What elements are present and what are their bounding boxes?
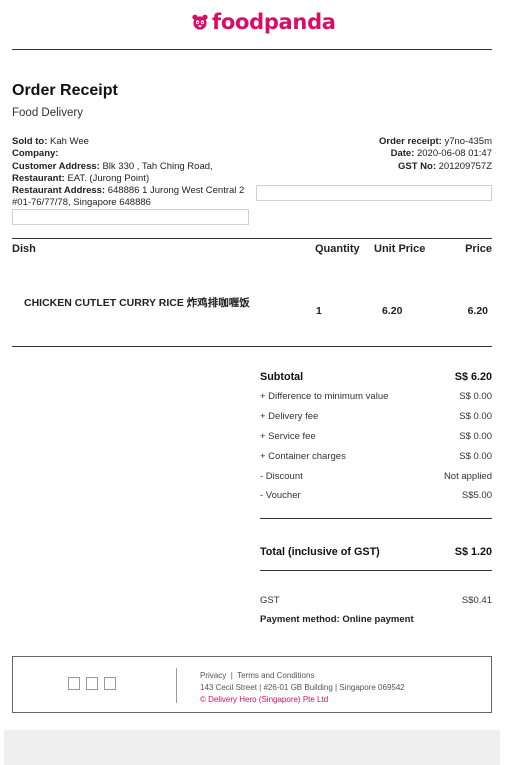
restaurant-label: Restaurant: <box>12 172 65 184</box>
summary-line-value: S$ 0.00 <box>459 391 492 402</box>
header-divider <box>12 49 492 50</box>
date-value: 2020-06-08 01:47 <box>416 148 492 160</box>
gst-value: S$0.41 <box>461 595 492 606</box>
summary-line-label: - Discount <box>260 471 303 482</box>
app-store-icon[interactable] <box>68 677 80 690</box>
bottom-band <box>4 730 500 765</box>
summary-line-value: S$ 0.00 <box>459 411 492 422</box>
gst-no-value: 201209757Z <box>438 160 492 172</box>
play-store-icon[interactable] <box>86 677 98 690</box>
summary-line: + Container charges S$ 0.00 <box>260 451 492 462</box>
panda-icon <box>192 14 208 30</box>
gst-no-label: GST No: <box>398 160 436 172</box>
summary-line-label: + Delivery fee <box>260 411 319 422</box>
summary-line-value: Not applied <box>443 471 492 482</box>
subtotal-row: Subtotal S$ 6.20 <box>260 371 492 383</box>
column-header-unit-price: Unit Price <box>374 243 426 255</box>
table-bottom-divider <box>12 346 492 347</box>
summary-line: - Discount Not applied <box>260 471 492 482</box>
order-receipt-label: Order receipt: <box>379 136 442 147</box>
customer-info: Sold to: Kah Wee Company: Customer Addre… <box>12 136 252 210</box>
date-label: Date: <box>390 148 415 160</box>
restaurant-address-label: Restaurant Address: <box>12 185 106 197</box>
column-header-dish: Dish <box>12 243 36 255</box>
customer-address-label: Customer Address: <box>12 160 100 172</box>
sold-to-value: Kah Wee <box>50 136 89 147</box>
brand-logo[interactable]: foodpanda <box>192 10 336 34</box>
copyright: © Delivery Hero (Singapore) Pte Ltd <box>200 695 329 704</box>
summary-line: + Delivery fee S$ 0.00 <box>260 411 492 422</box>
terms-link[interactable]: Terms and Conditions <box>237 671 314 680</box>
restaurant-value: EAT. (Jurong Point) <box>67 172 150 184</box>
summary-line: + Service fee S$ 0.00 <box>260 431 492 442</box>
gst-label: GST <box>260 595 280 606</box>
link-separator: | <box>230 671 233 680</box>
column-header-quantity: Quantity <box>315 243 360 255</box>
company-address: 143 Cecil Street | #26-01 GB Building | … <box>200 683 405 692</box>
page-title: Order Receipt <box>12 82 118 99</box>
store-badges <box>68 677 116 690</box>
subtotal-value: S$ 6.20 <box>454 371 492 383</box>
app-gallery-icon[interactable] <box>104 677 116 690</box>
payment-method-row: Payment method: Online payment <box>260 614 492 625</box>
summary-line: + Difference to minimum value S$ 0.00 <box>260 391 492 402</box>
item-price: 6.20 <box>467 305 488 317</box>
gst-row: GST S$0.41 <box>260 595 492 606</box>
column-header-price: Price <box>465 243 492 255</box>
item-quantity: 1 <box>316 305 322 317</box>
summary-divider <box>260 570 492 571</box>
placeholder-box <box>12 209 249 225</box>
brand-name: foodpanda <box>212 10 336 34</box>
privacy-link[interactable]: Privacy <box>200 671 226 680</box>
summary-line: - Voucher S$5.00 <box>260 490 492 501</box>
summary-line-value: S$5.00 <box>461 490 492 501</box>
summary-line-label: - Voucher <box>260 490 301 501</box>
subtotal-label: Subtotal <box>260 371 304 383</box>
order-info: Order receipt: y7no-435m Date: 2020-06-0… <box>379 136 492 173</box>
summary-line-label: + Difference to minimum value <box>260 391 389 402</box>
company-label: Company: <box>12 148 59 160</box>
summary-divider <box>260 518 492 519</box>
summary-line-label: + Container charges <box>260 451 346 462</box>
item-unit-price: 6.20 <box>382 305 403 317</box>
sold-to-label: Sold to: <box>12 136 48 147</box>
total-label: Total (inclusive of GST) <box>260 546 380 558</box>
customer-address-value: Blk 330 , Tah Ching Road, <box>102 160 213 172</box>
order-receipt-value: y7no-435m <box>444 136 492 147</box>
summary-line-label: + Service fee <box>260 431 316 442</box>
total-row: Total (inclusive of GST) S$ 1.20 <box>260 546 492 558</box>
page-subtitle: Food Delivery <box>12 107 83 119</box>
footer-divider <box>176 668 177 703</box>
footer-links: Privacy | Terms and Conditions 143 Cecil… <box>200 670 405 706</box>
dish-name: CHICKEN CUTLET CURRY RICE 炸鸡排咖喱饭 <box>24 297 250 309</box>
placeholder-box <box>256 185 492 201</box>
footer: Privacy | Terms and Conditions 143 Cecil… <box>12 656 492 713</box>
total-value: S$ 1.20 <box>454 546 492 558</box>
payment-method: Payment method: Online payment <box>260 614 414 625</box>
summary-line-value: S$ 0.00 <box>459 451 492 462</box>
header: foodpanda <box>0 0 510 50</box>
table-top-divider <box>12 238 492 239</box>
summary-line-value: S$ 0.00 <box>459 431 492 442</box>
